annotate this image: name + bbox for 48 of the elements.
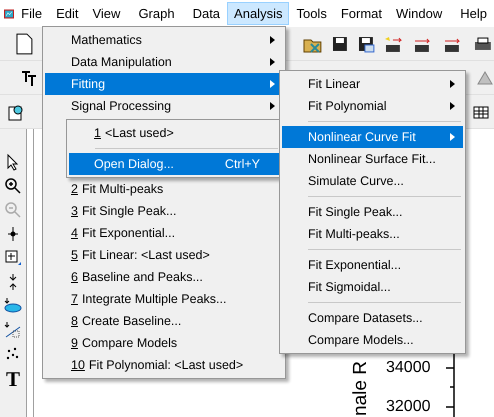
menu-bar-item[interactable]: Edit (49, 2, 86, 25)
menu-item[interactable]: Compare Datasets... (282, 307, 463, 329)
menu-item[interactable]: 8 Create Baseline... (45, 310, 283, 332)
menu-bar-item[interactable]: Tools (289, 2, 334, 25)
menu-bar-item[interactable]: Data (186, 2, 228, 25)
menu-item[interactable]: Fit Exponential... (282, 254, 463, 276)
menu-item[interactable]: 10 Fit Polynomial: <Last used> (45, 354, 283, 376)
zoom-in-icon[interactable] (4, 177, 22, 195)
menu-bar-item[interactable]: Format (334, 2, 389, 25)
menu-item[interactable]: Fit Sigmoidal... (282, 276, 463, 298)
menu-item[interactable]: 5 Fit Linear: <Last used> (45, 244, 283, 266)
menu-item[interactable]: Open Dialog... Ctrl+Y (69, 153, 280, 175)
menu-bar-item[interactable]: File (14, 2, 50, 25)
ellipse-icon[interactable] (4, 297, 22, 315)
menu-item[interactable]: Fit Polynomial (282, 95, 463, 117)
menu-item[interactable]: Fit Single Peak... (282, 201, 463, 223)
menu-item[interactable]: Nonlinear Surface Fit... (282, 148, 463, 170)
menu-item[interactable]: 2 Fit Multi-peaks (45, 178, 283, 200)
tick-label: 34000 (386, 359, 430, 377)
menu-item[interactable]: Nonlinear Curve Fit (282, 126, 463, 148)
tick-label: 32000 (386, 398, 430, 416)
axis-title: nale R (350, 361, 372, 416)
mask-icon[interactable] (4, 321, 22, 339)
menu-item[interactable]: Fit Linear (282, 73, 463, 95)
text-tool[interactable]: T (6, 369, 20, 389)
menu-bar-item[interactable]: Analysis (227, 2, 290, 25)
print-icon[interactable] (472, 34, 494, 52)
menu-item[interactable]: Simulate Curve... (282, 170, 463, 192)
menu-item[interactable]: 3 Fit Single Peak... (45, 200, 283, 222)
import-wizard-icon[interactable] (382, 34, 404, 52)
menu-item[interactable]: 4 Fit Exponential... (45, 222, 283, 244)
menu-item[interactable]: 9 Compare Models (45, 332, 283, 354)
triangle-icon[interactable] (476, 68, 494, 86)
new-document-icon[interactable] (14, 32, 34, 54)
menu-item[interactable]: Fit Multi-peaks... (282, 223, 463, 245)
menu-bar-item[interactable]: Help (453, 2, 494, 25)
menu-item[interactable]: Compare Models... (282, 329, 463, 351)
menu-item[interactable]: 7 Integrate Multiple Peaks... (45, 288, 283, 310)
region-icon[interactable] (4, 249, 22, 267)
save-icon[interactable] (330, 34, 349, 52)
menu-bar-item[interactable]: View (85, 2, 128, 25)
menu-item[interactable]: Data Manipulation (45, 51, 283, 73)
save-template-icon[interactable] (356, 34, 375, 52)
menu-item[interactable]: Signal Processing (45, 95, 283, 117)
menu-item[interactable]: 1 <Last used> (69, 122, 280, 144)
menu-bar-item[interactable]: Graph (131, 2, 182, 25)
menu-item[interactable]: 6 Baseline and Peaks... (45, 266, 283, 288)
menu-bar-item[interactable]: Window (389, 2, 450, 25)
